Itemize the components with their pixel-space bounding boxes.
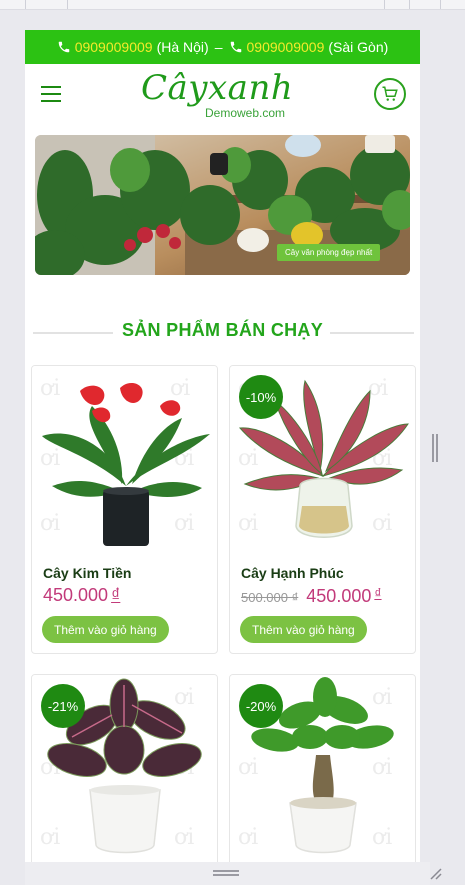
currency-symbol: ₫ [111,585,121,605]
add-to-cart-button[interactable]: Thêm vào giỏ hàng [42,616,169,643]
product-image[interactable]: ơi ơi ơi ơi ơi ơi [32,366,217,556]
discount-badge: -21% [41,684,85,728]
sale-price: 450.000 [306,586,372,606]
currency-symbol: ₫ [374,585,382,601]
product-image[interactable]: ơiơi ơiơi ơiơi -10% [230,366,415,556]
phone-number-hanoi[interactable]: 0909009009 [75,39,153,55]
divider-line-left [33,332,113,334]
product-name[interactable]: Cây Kim Tiền [43,565,131,581]
add-to-cart-button[interactable]: Thêm vào giỏ hàng [240,616,367,643]
city-hanoi: (Hà Nội) [156,39,209,55]
city-saigon: (Sài Gòn) [328,39,389,55]
phone-icon [230,41,241,53]
section-title: SẢN PHẨM BÁN CHẠY [117,319,328,341]
top-ruler [0,0,465,10]
divider-line-right [330,332,414,334]
contact-bar: 0909009009 (Hà Nội) – 0909009009 (Sài Gò… [25,30,420,64]
product-card[interactable]: ơiơi ơiơi ơiơi -10% Cây Hạnh Phúc 5 [229,365,416,654]
cart-icon[interactable] [374,78,406,110]
product-image[interactable]: ơi ơiơi ơiơi -21% [32,675,217,862]
logo-title: Câyxanh [141,68,294,108]
site-logo[interactable]: Câyxanh Demoweb.com [141,68,301,126]
product-name[interactable]: Cây Hạnh Phúc [241,565,344,581]
phone-number-saigon[interactable]: 0909009009 [247,39,325,55]
logo-subtitle: Demoweb.com [205,106,286,120]
product-card[interactable]: ơi ơi ơi ơi ơi ơi Cây Kim Tiền 450.000 ₫… [31,365,218,654]
hero-banner[interactable]: Cây văn phòng đẹp nhất [35,135,410,275]
resize-handle-horizontal[interactable] [213,870,239,876]
original-price: 500.000 ₫ [241,590,299,605]
site-header: Câyxanh Demoweb.com [25,64,420,130]
product-card[interactable]: ơi ơi ơi ơi ơi -20% [229,674,416,862]
cart-glyph [382,86,398,101]
phone-icon [58,41,69,53]
product-price: 450.000 ₫ [43,585,120,606]
plant-anthurium-image [42,382,210,546]
discount-badge: -20% [239,684,283,728]
product-price: 500.000 ₫ 450.000 ₫ [241,585,382,607]
sale-price: 450.000 [43,585,109,605]
product-image[interactable]: ơi ơi ơi ơi ơi -20% [230,675,415,862]
banner-caption: Cây văn phòng đẹp nhất [277,244,381,261]
mobile-page: 0909009009 (Hà Nội) – 0909009009 (Sài Gò… [25,30,420,862]
resize-handle-vertical[interactable] [432,434,438,462]
separator: – [214,39,223,55]
best-sellers-heading: SẢN PHẨM BÁN CHẠY [25,318,420,342]
discount-badge: -10% [239,375,283,419]
resize-corner-icon[interactable] [428,866,442,880]
hamburger-icon[interactable] [41,86,61,102]
product-card[interactable]: ơi ơiơi ơiơi -21% [31,674,218,862]
